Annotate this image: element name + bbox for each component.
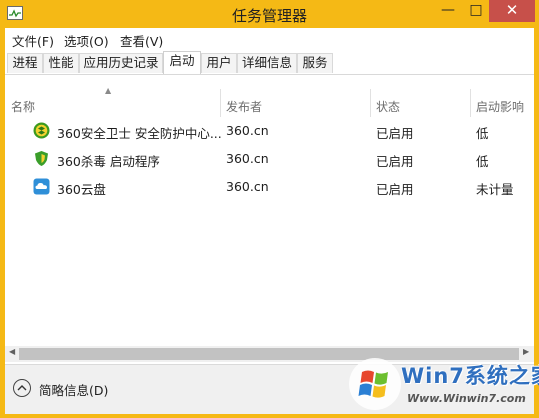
row-status: 已启用 [376,182,414,197]
tab-details[interactable]: 详细信息 [237,53,297,73]
column-status[interactable]: 状态 [376,98,400,115]
column-separator[interactable] [370,89,371,117]
fewer-details-label[interactable]: 简略信息(D) [39,380,108,399]
row-impact: 未计量 [476,182,514,197]
column-name[interactable]: 名称 [11,98,35,115]
column-publisher[interactable]: 发布者 [226,98,262,115]
tab-startup[interactable]: 启动 [163,51,201,74]
column-impact[interactable]: 启动影响 [476,98,524,115]
tab-users[interactable]: 用户 [201,53,237,73]
row-publisher: 360.cn [226,123,269,138]
watermark-brand: Win7系统之家 [401,364,539,388]
row-publisher: 360.cn [226,151,269,166]
menu-view[interactable]: 查看(V) [120,31,163,50]
menu-file[interactable]: 文件(F) [12,31,54,50]
maximize-button[interactable]: □ [463,0,489,22]
row-impact: 低 [476,126,489,141]
windows-flag-logo [349,358,401,410]
table-row[interactable]: 360云盘 360.cn 已启用 未计量 [5,174,534,200]
tab-processes[interactable]: 进程 [7,53,43,73]
sort-ascending-icon: ▲ [105,86,112,95]
row-name: 360安全卫士 安全防护中心... [57,126,222,141]
menu-bar: 文件(F) 选项(O) 查看(V) [5,28,534,50]
minimize-button[interactable]: — [433,0,463,22]
fewer-details-button[interactable] [13,379,31,397]
table-row[interactable]: 360杀毒 启动程序 360.cn 已启用 低 [5,146,534,172]
row-status: 已启用 [376,126,414,141]
close-button[interactable]: ✕ [489,0,535,22]
360-safeguard-icon [33,122,50,139]
tab-services[interactable]: 服务 [297,53,333,73]
column-separator[interactable] [220,89,221,117]
tab-app-history[interactable]: 应用历史记录 [79,53,163,73]
menu-options[interactable]: 选项(O) [64,31,109,50]
row-status: 已启用 [376,154,414,169]
row-name: 360云盘 [57,182,106,197]
row-name: 360杀毒 启动程序 [57,154,160,169]
scroll-left-icon[interactable]: ◀ [9,347,15,356]
row-impact: 低 [476,154,489,169]
row-publisher: 360.cn [226,179,269,194]
column-separator[interactable] [470,89,471,117]
watermark-url: Www.Winwin7.com [407,392,526,405]
360-antivirus-shield-icon [35,151,48,166]
watermark: Win7系统之家 Www.Winwin7.com [345,354,539,416]
chevron-up-icon [17,385,27,391]
task-manager-window: 任务管理器 — □ ✕ 文件(F) 选项(O) 查看(V) 进程 性能 应用历史… [0,0,539,418]
title-bar[interactable]: 任务管理器 — □ ✕ [0,0,539,28]
tab-bar: 进程 性能 应用历史记录 启动 用户 详细信息 服务 [5,50,534,75]
table-row[interactable]: 360安全卫士 安全防护中心... 360.cn 已启用 低 [5,118,534,144]
360-cloud-drive-icon [33,178,50,195]
column-header: ▲ 名称 发布者 状态 启动影响 [5,75,534,117]
tab-performance[interactable]: 性能 [43,53,79,73]
